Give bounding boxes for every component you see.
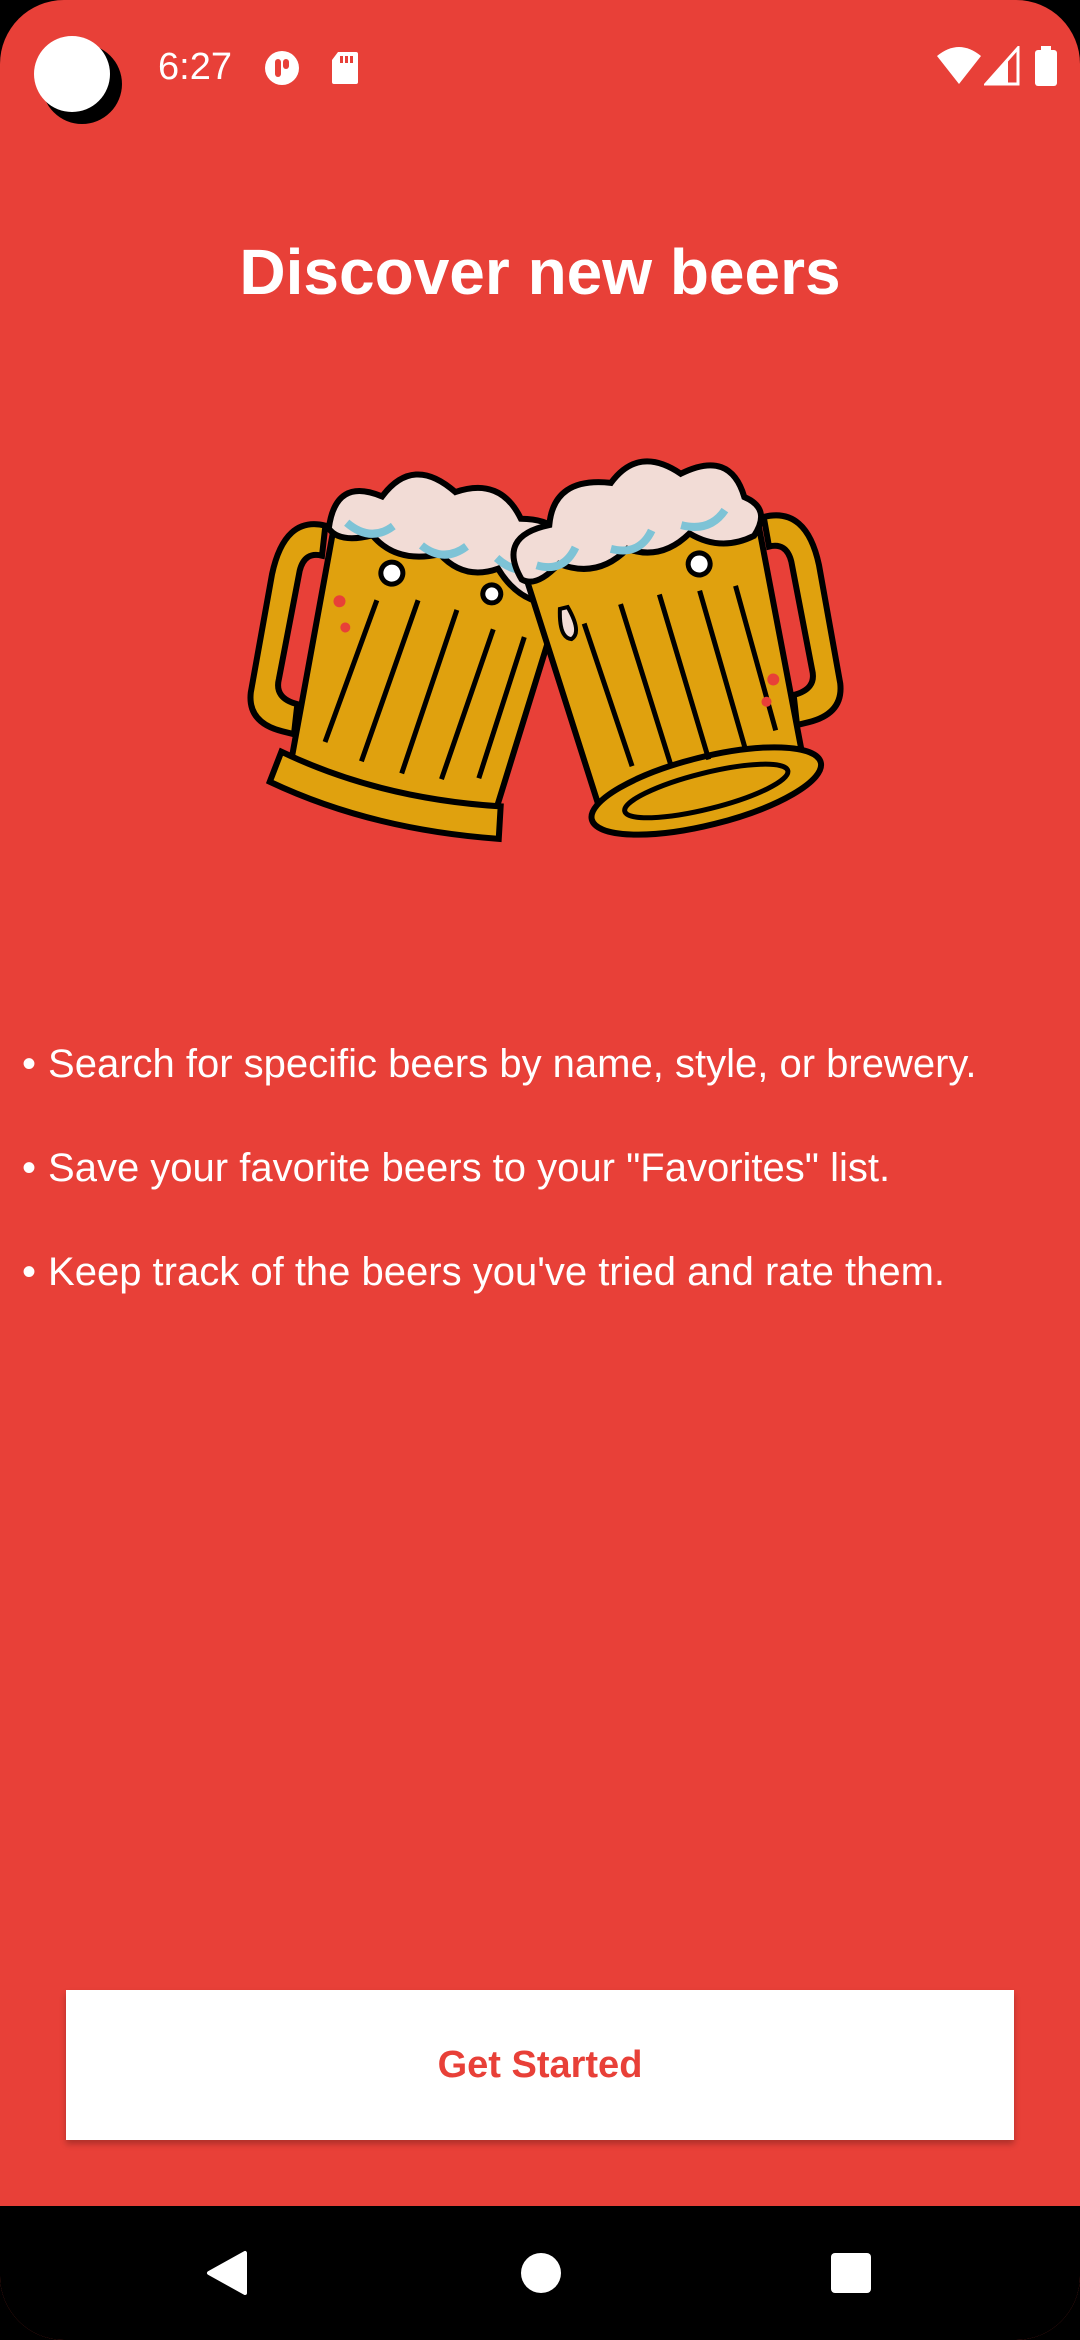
get-started-button[interactable]: Get Started xyxy=(66,1990,1014,2140)
wifi-icon xyxy=(937,47,981,84)
feature-item: • Search for specific beers by name, styl… xyxy=(22,1036,1072,1092)
feature-item: • Keep track of the beers you've tried an… xyxy=(22,1244,1072,1300)
feature-text: Search for specific beers by name, style… xyxy=(48,1042,977,1086)
recents-button[interactable] xyxy=(806,2228,896,2318)
bullet: • xyxy=(22,1146,37,1190)
home-button[interactable] xyxy=(496,2228,586,2318)
back-icon xyxy=(207,2251,247,2295)
right-beer-mug-icon xyxy=(510,458,844,838)
camera-cutout-icon xyxy=(34,36,122,124)
navigation-bar xyxy=(0,2206,1080,2340)
bullet: • xyxy=(22,1250,37,1294)
bullet: • xyxy=(22,1042,37,1086)
feature-item: • Save your favorite beers to your "Favor… xyxy=(22,1140,1072,1196)
page-title: Discover new beers xyxy=(239,236,841,308)
feature-text: Keep track of the beers you've tried and… xyxy=(48,1250,946,1294)
left-beer-mug-icon xyxy=(247,471,577,843)
recents-icon xyxy=(831,2253,871,2293)
screen: 6:27 Discover new beers • Search for spe… xyxy=(0,0,1080,2340)
status-bar: 6:27 xyxy=(0,0,1080,140)
feature-list: • Search for specific beers by name, styl… xyxy=(22,1036,1072,1348)
status-time: 6:27 xyxy=(158,46,232,88)
app-notification-icon xyxy=(265,51,299,85)
sd-card-icon xyxy=(332,52,358,84)
feature-text: Save your favorite beers to your "Favori… xyxy=(48,1146,891,1190)
cellular-signal-icon xyxy=(984,46,1020,86)
beer-mugs-illustration xyxy=(247,458,844,843)
home-icon xyxy=(521,2253,561,2293)
back-button[interactable] xyxy=(182,2228,272,2318)
battery-icon xyxy=(1035,46,1057,86)
